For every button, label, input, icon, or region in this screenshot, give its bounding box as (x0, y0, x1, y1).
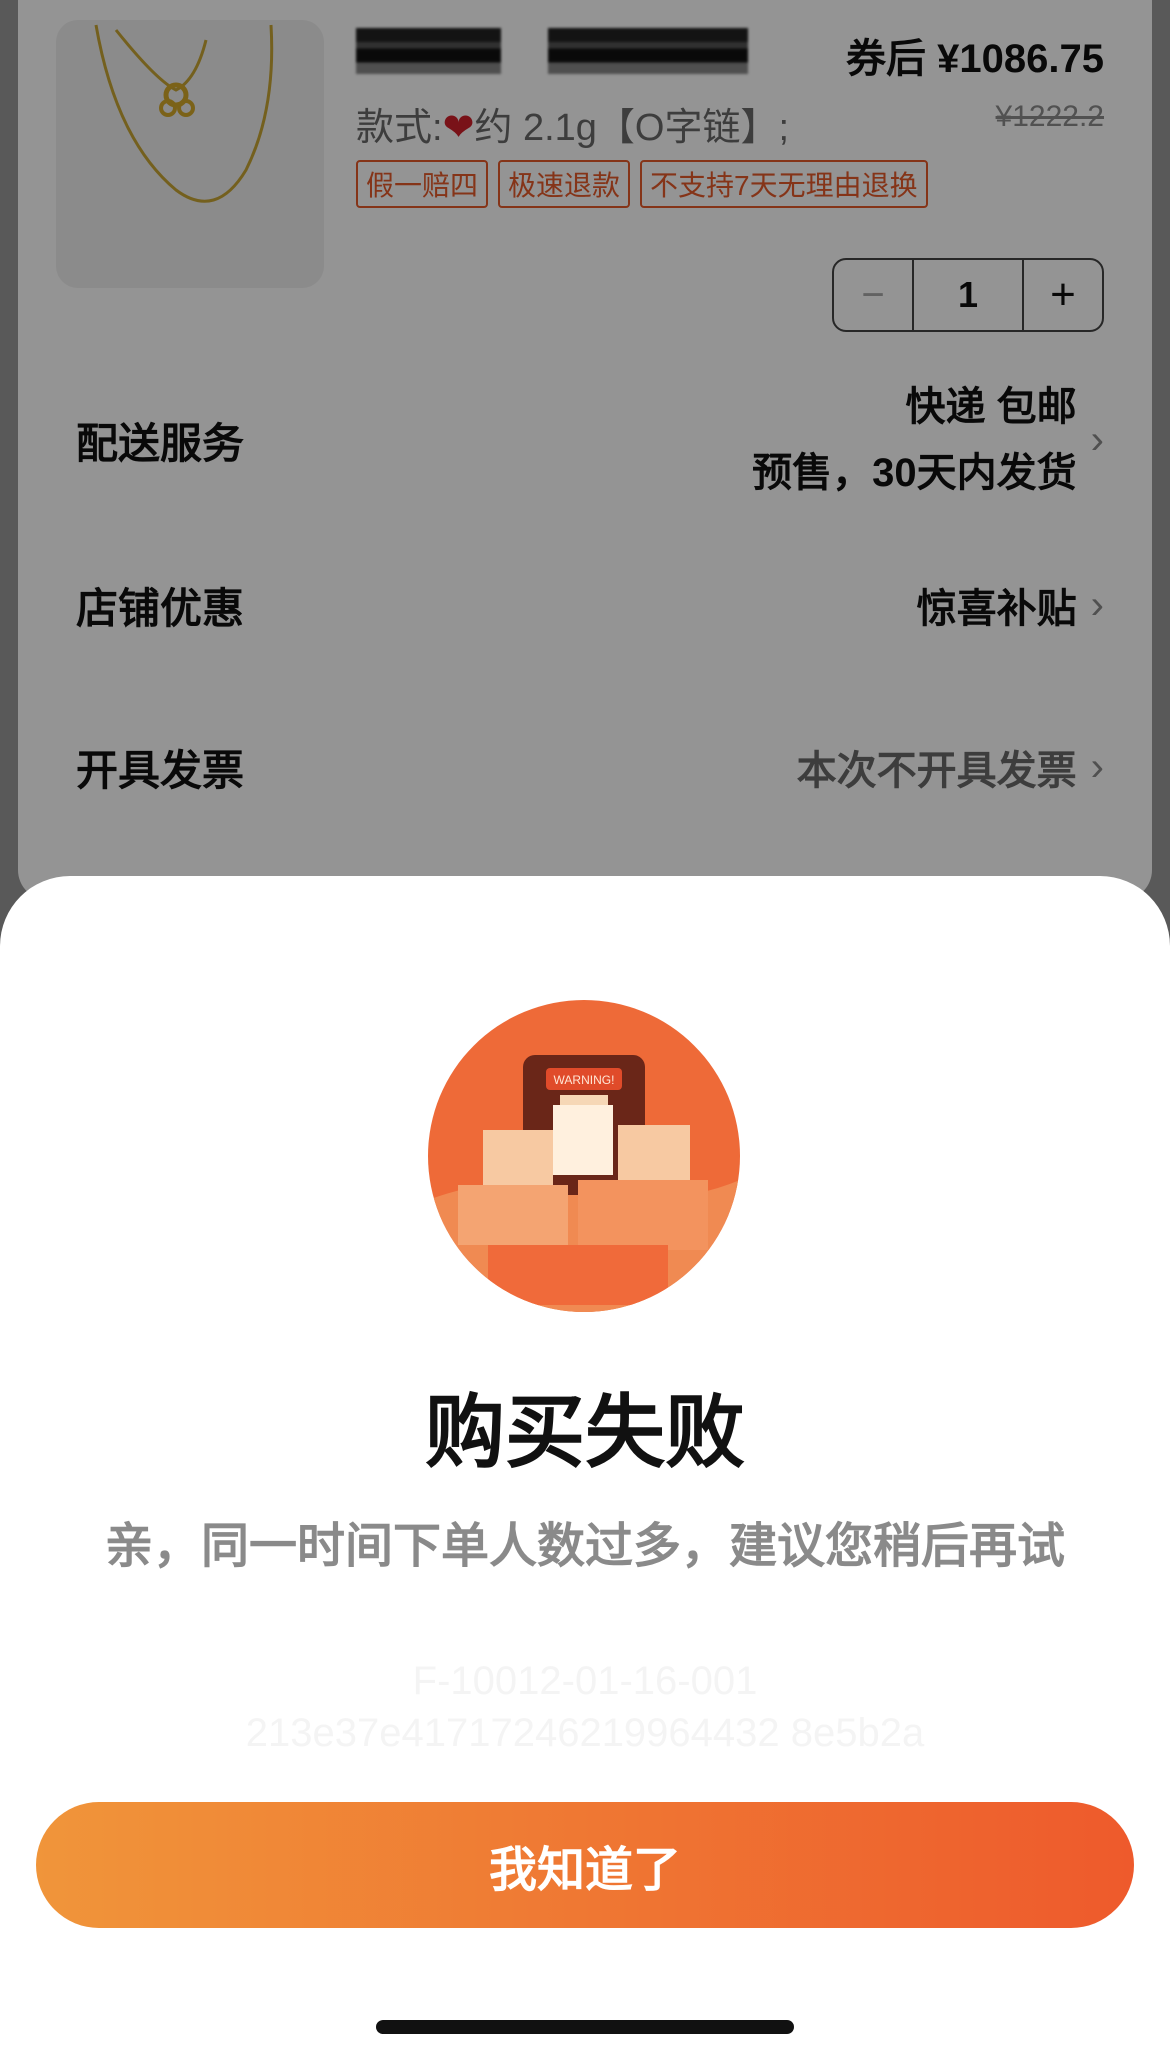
delivery-van-warning-icon: WARNING! (428, 1000, 740, 1312)
error-code: F-10012-01-16-001 213e37e417172462199644… (0, 1655, 1170, 1759)
error-code-line1: F-10012-01-16-001 (412, 1659, 758, 1703)
dialog-title: 购买失败 (425, 1388, 745, 1477)
home-indicator[interactable] (376, 2020, 794, 2034)
error-code-line2: 213e37e41717246219964432 8e5b2a (245, 1711, 925, 1755)
warning-illustration: WARNING! (428, 1000, 740, 1312)
confirm-button[interactable]: 我知道了 (36, 1802, 1134, 1928)
dialog-message: 亲，同一时间下单人数过多，建议您稍后再试 (104, 1520, 1065, 1573)
illustration-warning-text: WARNING! (554, 1073, 615, 1087)
